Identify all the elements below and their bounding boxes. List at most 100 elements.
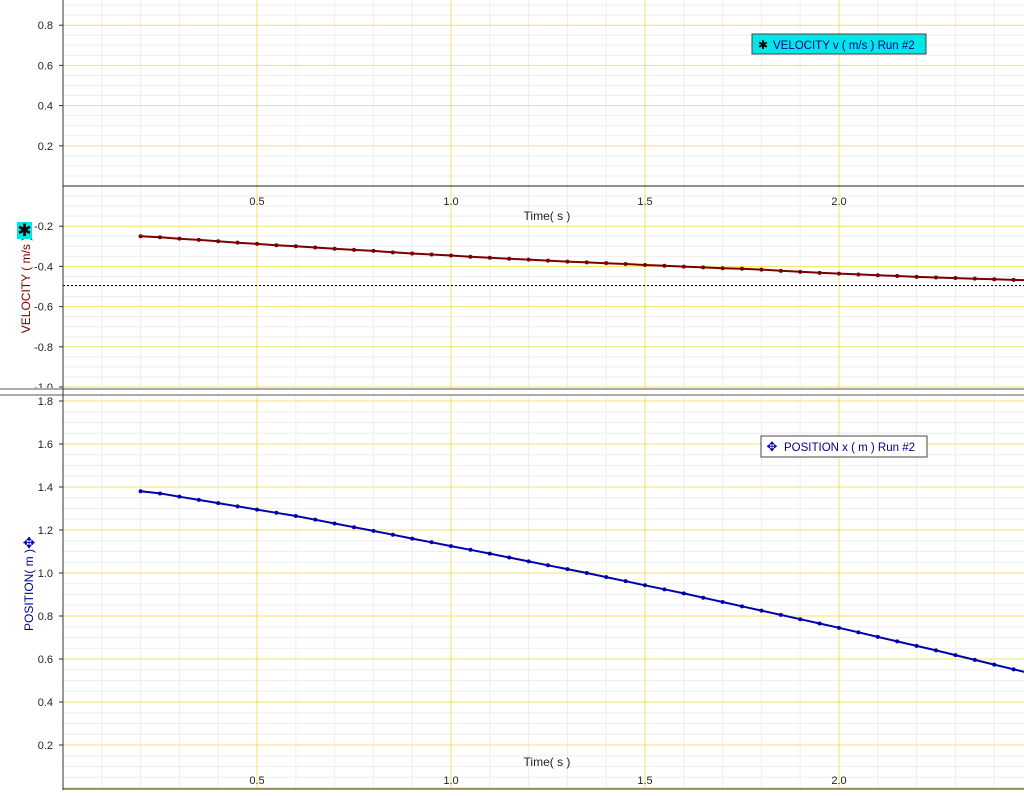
data-point bbox=[546, 258, 550, 263]
data-point bbox=[681, 264, 686, 269]
data-point bbox=[449, 544, 453, 549]
y-tick-label: -0.8 bbox=[34, 342, 53, 354]
data-point bbox=[623, 261, 628, 266]
y-tick-label: 1.4 bbox=[38, 482, 53, 494]
x-tick-label: 1.5 bbox=[637, 196, 652, 208]
data-point bbox=[875, 273, 880, 278]
data-point bbox=[138, 234, 143, 239]
x-tick-label: 1.0 bbox=[443, 196, 458, 208]
data-point bbox=[313, 245, 318, 250]
data-point bbox=[778, 268, 783, 273]
data-point bbox=[332, 521, 337, 526]
data-point bbox=[410, 536, 415, 541]
y-tick-labels: 0.80.60.40.2-0.2-0.4-0.6-0.8-1.0 bbox=[34, 20, 63, 394]
x-axis-label: Time( s ) bbox=[524, 209, 571, 223]
y-tick-label: -0.2 bbox=[34, 221, 53, 233]
data-point bbox=[643, 262, 647, 267]
move-cross-icon: ✥ bbox=[23, 535, 36, 552]
data-point bbox=[526, 257, 531, 262]
data-point bbox=[623, 579, 628, 584]
data-point bbox=[410, 251, 415, 256]
data-point bbox=[720, 266, 725, 271]
legend[interactable]: ✥ POSITION x ( m ) Run #2 bbox=[760, 435, 928, 458]
data-point bbox=[468, 547, 473, 552]
y-tick-label: 0.8 bbox=[38, 20, 53, 32]
x-axis-label: Time( s ) bbox=[524, 755, 571, 769]
y-tick-labels: 1.8 1.6 1.4 1.2 1.0 0.8 0.6 0.4 0.2 bbox=[38, 396, 63, 752]
data-point bbox=[778, 612, 783, 617]
data-point bbox=[274, 243, 279, 248]
legend[interactable]: ✱ VELOCITY v ( m/s ) Run #2 bbox=[751, 33, 927, 55]
data-point bbox=[546, 563, 550, 568]
data-point bbox=[992, 662, 997, 667]
data-point bbox=[701, 595, 706, 600]
data-point bbox=[584, 260, 589, 265]
y-tick-label: 0.4 bbox=[38, 697, 53, 709]
data-point bbox=[953, 653, 958, 658]
data-point bbox=[681, 591, 686, 596]
data-point bbox=[934, 275, 938, 280]
data-point bbox=[662, 263, 667, 268]
y-tick-label: 0.2 bbox=[38, 141, 53, 153]
x-tick-label: 0.5 bbox=[249, 775, 264, 787]
velocity-plot[interactable]: 0.80.60.40.2-0.2-0.4-0.6-0.8-1.0 0.51.01… bbox=[17, 0, 1024, 394]
data-point bbox=[934, 648, 938, 653]
data-point bbox=[255, 241, 259, 246]
position-plot[interactable]: 1.8 1.6 1.4 1.2 1.0 0.8 0.6 0.4 0.2 0.5 1.0 1.5 2.0… bbox=[22, 396, 1024, 789]
y-axis-label: VELOCITY ( m/s ) bbox=[19, 237, 33, 333]
data-point bbox=[972, 657, 977, 662]
data-point bbox=[216, 501, 221, 506]
x-tick-label: 1.5 bbox=[637, 775, 652, 787]
y-tick-label: 1.8 bbox=[38, 396, 53, 408]
y-tick-label: 1.2 bbox=[38, 525, 53, 537]
data-point bbox=[798, 617, 803, 622]
data-point bbox=[507, 555, 512, 560]
data-point bbox=[604, 261, 609, 266]
move-cross-icon: ✥ bbox=[767, 439, 778, 454]
data-point bbox=[759, 267, 764, 272]
data-point bbox=[487, 551, 492, 556]
data-point bbox=[856, 272, 861, 277]
graph-window: 0.80.60.40.2-0.2-0.4-0.6-0.8-1.0 0.51.01… bbox=[0, 0, 1024, 790]
y-tick-label: 0.6 bbox=[38, 654, 53, 666]
data-point bbox=[352, 247, 356, 252]
data-point bbox=[390, 250, 395, 255]
data-point bbox=[759, 608, 764, 613]
x-tick-label: 1.0 bbox=[443, 775, 458, 787]
data-point bbox=[740, 604, 744, 609]
data-point bbox=[177, 236, 182, 241]
data-point bbox=[371, 528, 376, 533]
y-tick-label: 0.4 bbox=[38, 101, 53, 113]
data-point bbox=[235, 240, 240, 245]
data-point bbox=[1011, 667, 1016, 672]
data-point bbox=[255, 507, 259, 512]
y-tick-label: 1.6 bbox=[38, 439, 53, 451]
data-point bbox=[817, 270, 822, 275]
y-tick-label: -0.4 bbox=[34, 261, 53, 273]
data-point bbox=[449, 253, 453, 258]
data-point bbox=[177, 494, 182, 499]
data-point bbox=[701, 265, 706, 270]
data-point bbox=[914, 643, 919, 648]
major-grid bbox=[63, 0, 1024, 388]
legend-entry: VELOCITY v ( m/s ) Run #2 bbox=[773, 40, 915, 52]
data-point bbox=[584, 571, 589, 575]
data-point bbox=[992, 277, 997, 282]
data-point bbox=[293, 514, 298, 519]
y-tick-label: 1.0 bbox=[38, 568, 53, 580]
data-point bbox=[196, 497, 201, 502]
data-point bbox=[895, 274, 900, 279]
crosshair-cursor[interactable]: ( 3.0644, -0.495 ) bbox=[63, 0, 1024, 388]
x-tick-label: 0.5 bbox=[249, 196, 264, 208]
data-point bbox=[158, 491, 162, 496]
data-point bbox=[371, 248, 376, 253]
data-point bbox=[565, 259, 570, 264]
data-point bbox=[856, 630, 861, 635]
data-point bbox=[352, 525, 356, 530]
data-point bbox=[837, 271, 841, 276]
data-point bbox=[914, 274, 919, 279]
x-tick-label: 2.0 bbox=[831, 196, 846, 208]
y-tick-label: 0.2 bbox=[38, 740, 53, 752]
data-point bbox=[643, 583, 647, 588]
x-tick-label: 2.0 bbox=[831, 775, 846, 787]
